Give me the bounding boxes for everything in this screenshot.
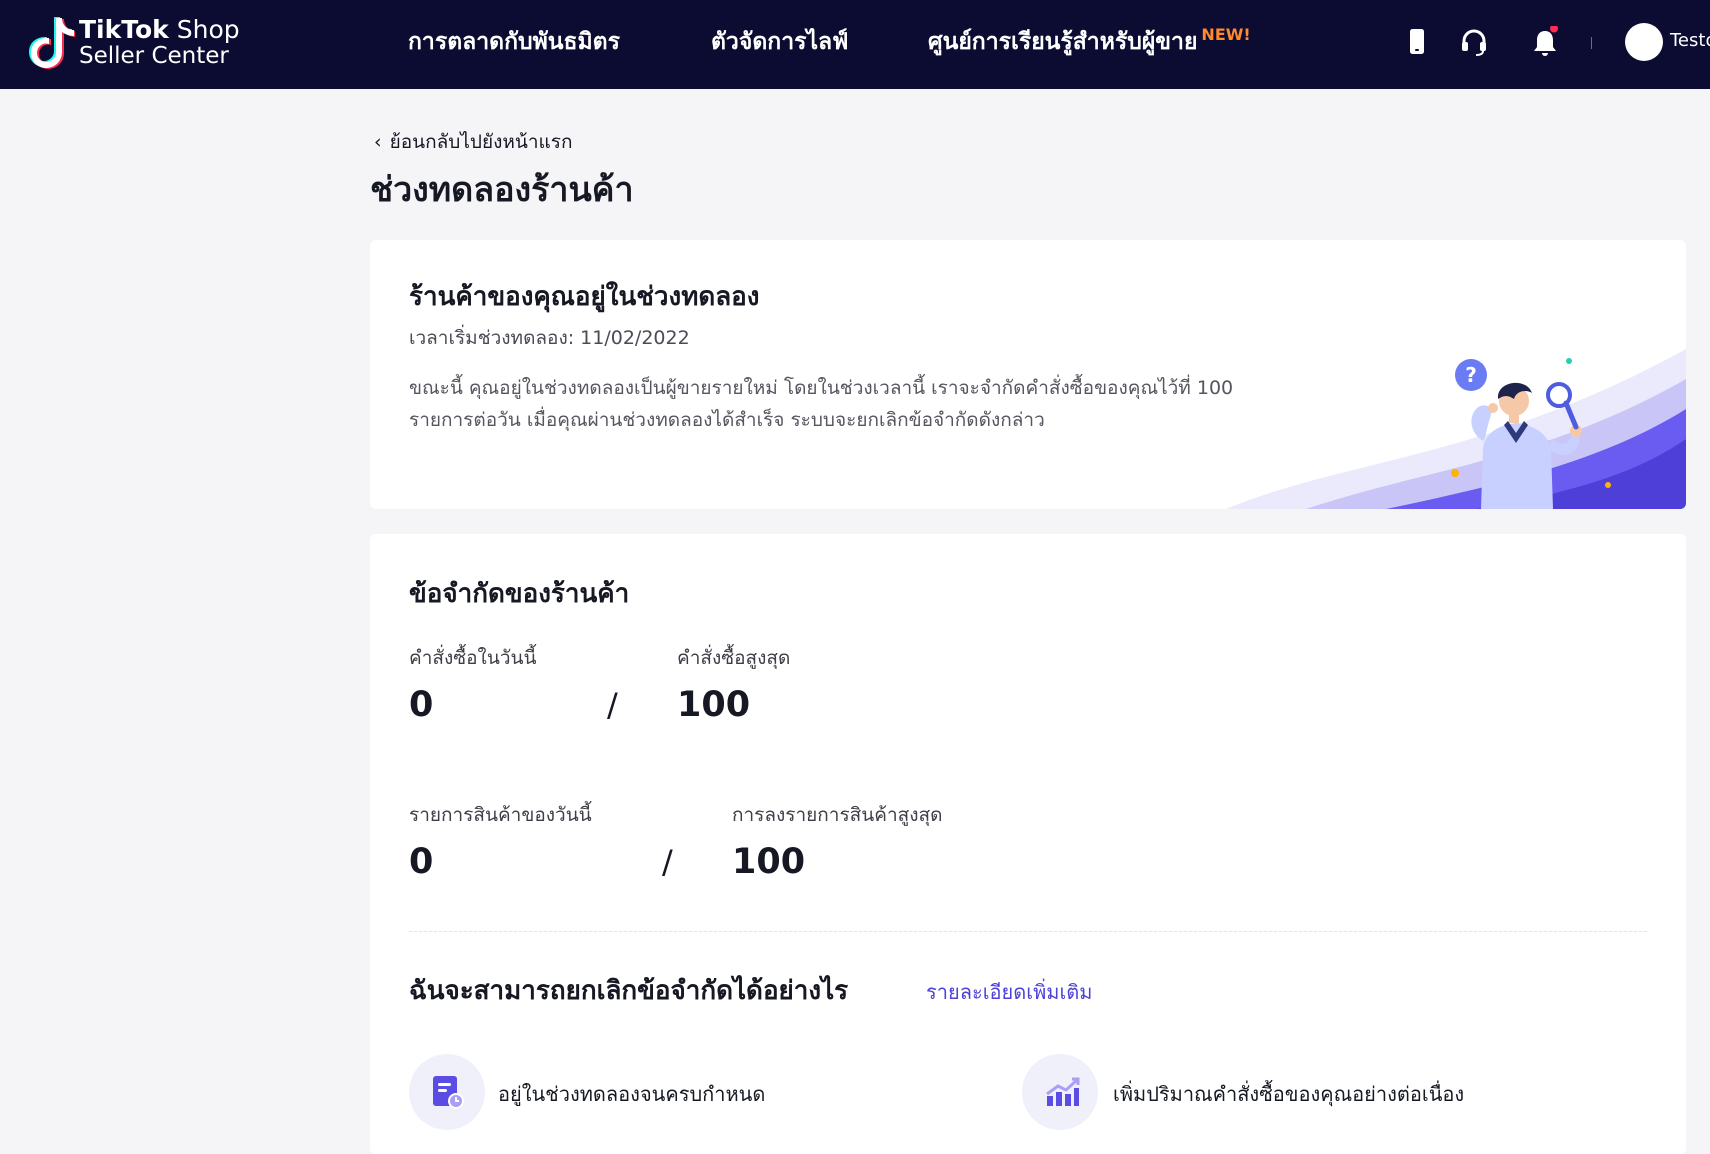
- headset-icon[interactable]: [1459, 26, 1489, 58]
- trial-card-title: ร้านค้าของคุณอยู่ในช่วงทดลอง: [409, 282, 760, 312]
- orders-max-label: คำสั่งซื้อสูงสุด: [677, 647, 791, 669]
- listings-separator: /: [662, 843, 673, 881]
- back-to-home-link[interactable]: ‹ ย้อนกลับไปยังหน้าแรก: [374, 129, 573, 155]
- user-name[interactable]: Testo: [1670, 28, 1710, 54]
- remove-limits-title: ฉันจะสามารถยกเลิกข้อจำกัดได้อย่างไร: [409, 976, 849, 1006]
- nav-live-manager[interactable]: ตัวจัดการไลฟ์: [711, 26, 848, 58]
- orders-today-value: 0: [409, 685, 434, 725]
- topbar-divider: [1591, 37, 1592, 49]
- document-clock-icon: [409, 1054, 485, 1130]
- back-to-home-label: ย้อนกลับไปยังหน้าแรก: [389, 131, 573, 153]
- new-badge: NEW!: [1201, 25, 1251, 44]
- person-with-magnifier-illustration: ?: [1226, 349, 1686, 509]
- orders-max-value: 100: [677, 685, 751, 725]
- page-title: ช่วงทดลองร้านค้า: [370, 170, 634, 210]
- listings-max-value: 100: [732, 842, 806, 882]
- step-increase-orders: เพิ่มปริมาณคำสั่งซื้อของคุณอย่างต่อเนื่อ…: [1113, 1082, 1465, 1106]
- top-navigation-bar: TikTok Shop Seller Center การตลาดกับพันธ…: [0, 0, 1710, 89]
- trial-status-card: ร้านค้าของคุณอยู่ในช่วงทดลอง เวลาเริ่มช่…: [370, 240, 1686, 509]
- bar-chart-icon: [1022, 1054, 1098, 1130]
- step-stay-in-trial: อยู่ในช่วงทดลองจนครบกำหนด: [498, 1082, 766, 1106]
- listings-today-value: 0: [409, 842, 434, 882]
- tiktok-logo-icon: [29, 17, 75, 69]
- shop-limits-card: ข้อจำกัดของร้านค้า คำสั่งซื้อในวันนี้ 0 …: [370, 534, 1686, 1154]
- orders-today-label: คำสั่งซื้อในวันนี้: [409, 647, 537, 669]
- notification-dot: [1550, 24, 1558, 33]
- svg-text:?: ?: [1465, 363, 1477, 387]
- section-divider: [409, 931, 1647, 932]
- logo-text-seller-center: Seller Center: [79, 43, 229, 69]
- more-details-link[interactable]: รายละเอียดเพิ่มเติม: [926, 978, 1092, 1006]
- avatar[interactable]: [1625, 23, 1663, 61]
- nav-seller-university[interactable]: ศูนย์การเรียนรู้สำหรับผู้ขาย NEW!: [928, 25, 1251, 60]
- orders-separator: /: [607, 686, 618, 724]
- trial-start-date: เวลาเริ่มช่วงทดลอง: 11/02/2022: [409, 327, 690, 349]
- bell-icon[interactable]: [1530, 24, 1560, 58]
- nav-affiliate-marketing[interactable]: การตลาดกับพันธมิตร: [408, 26, 620, 58]
- limits-card-title: ข้อจำกัดของร้านค้า: [409, 579, 630, 609]
- listings-today-label: รายการสินค้าของวันนี้: [409, 804, 592, 826]
- chevron-left-icon: ‹: [374, 131, 382, 153]
- mobile-icon[interactable]: [1402, 26, 1432, 58]
- listings-max-label: การลงรายการสินค้าสูงสุด: [732, 804, 943, 826]
- trial-description: ขณะนี้ คุณอยู่ในช่วงทดลองเป็นผู้ขายรายให…: [409, 377, 1234, 431]
- tiktok-shop-logo[interactable]: TikTok Shop Seller Center: [29, 14, 244, 72]
- nav-seller-university-label: ศูนย์การเรียนรู้สำหรับผู้ขาย: [928, 29, 1198, 55]
- logo-text-tiktok-shop: TikTok Shop: [79, 15, 240, 44]
